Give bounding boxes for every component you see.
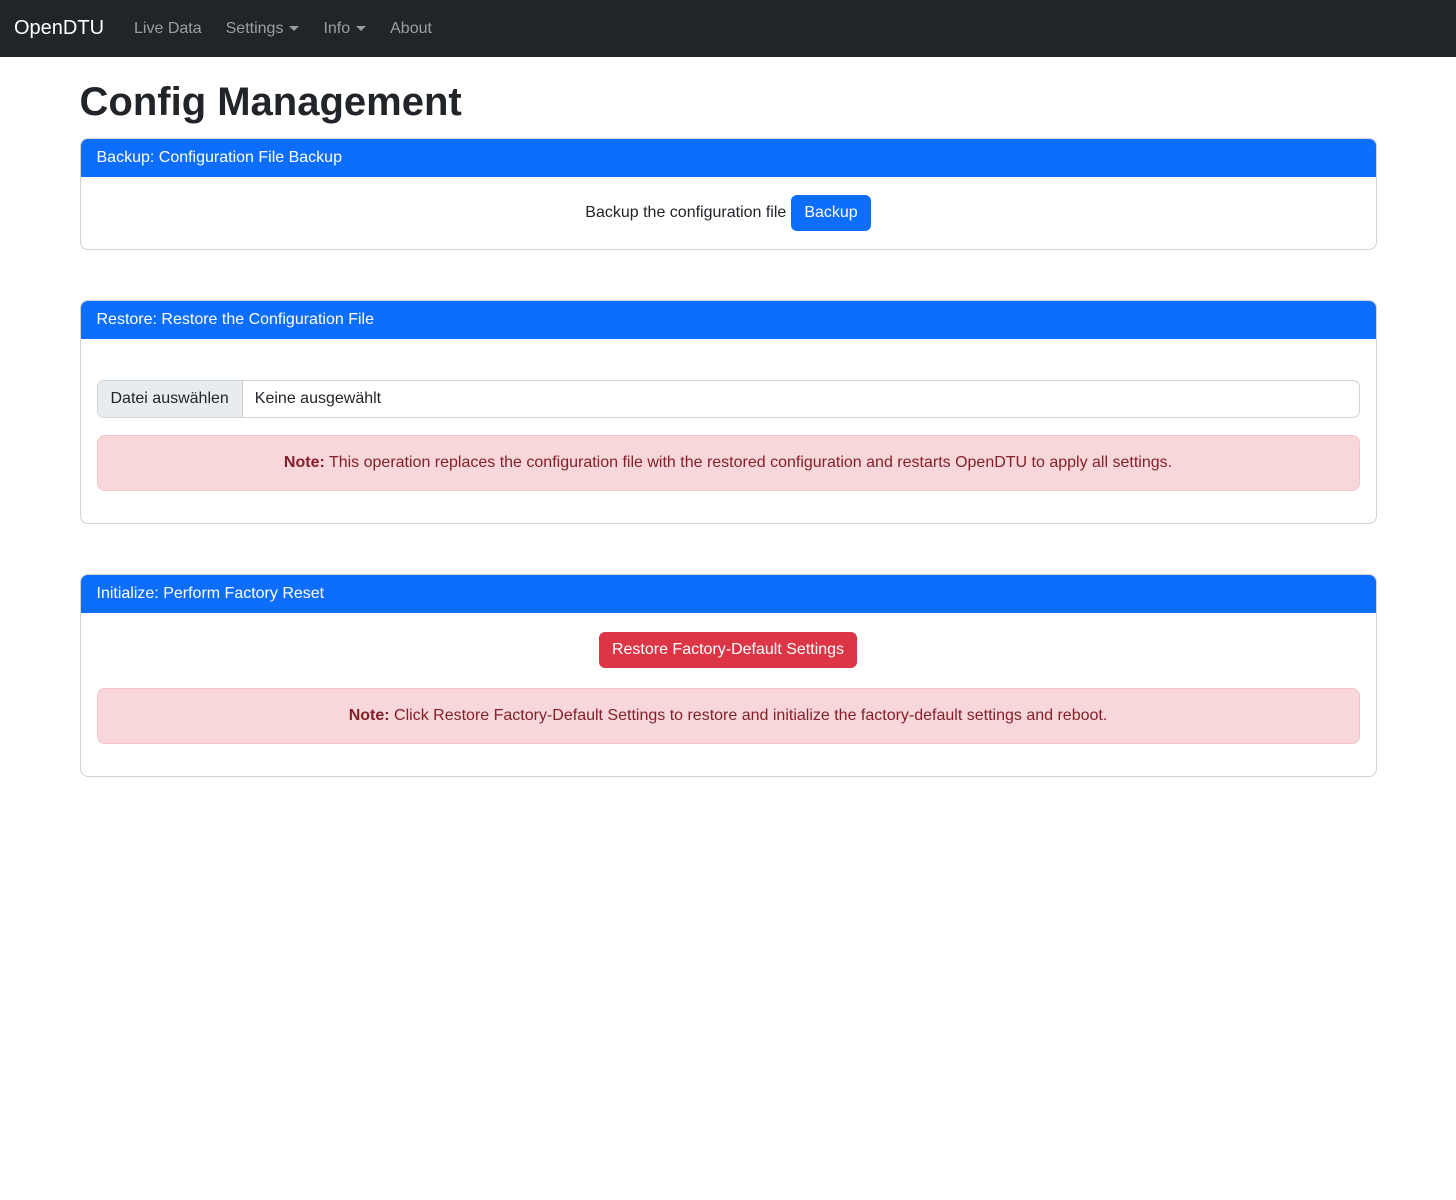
restore-card-body: Datei auswählen Keine ausgewählt Note: T… xyxy=(81,339,1376,523)
factory-reset-button-row: Restore Factory-Default Settings xyxy=(97,632,1360,668)
nav-item-about-label: About xyxy=(390,20,432,38)
nav-item-live-data[interactable]: Live Data xyxy=(126,12,210,46)
nav-item-settings-label: Settings xyxy=(226,20,284,38)
restore-card-header: Restore: Restore the Configuration File xyxy=(81,301,1376,339)
backup-card-body: Backup the configuration file Backup xyxy=(81,177,1376,249)
backup-card-header: Backup: Configuration File Backup xyxy=(81,139,1376,177)
chevron-down-icon xyxy=(289,26,299,31)
page-title: Config Management xyxy=(80,80,1377,125)
config-file-input[interactable]: Datei auswählen Keine ausgewählt xyxy=(97,380,1360,418)
file-selected-status: Keine ausgewählt xyxy=(243,381,393,417)
restore-note-alert: Note: This operation replaces the config… xyxy=(97,435,1360,491)
restore-note-text: This operation replaces the configuratio… xyxy=(325,454,1172,471)
nav-item-live-data-label: Live Data xyxy=(134,20,202,38)
restore-card: Restore: Restore the Configuration File … xyxy=(80,300,1377,524)
nav-item-about[interactable]: About xyxy=(382,12,440,46)
nav-item-info-label: Info xyxy=(323,20,350,38)
nav-item-info[interactable]: Info xyxy=(315,12,374,46)
factory-reset-card-header: Initialize: Perform Factory Reset xyxy=(81,575,1376,613)
factory-reset-card: Initialize: Perform Factory Reset Restor… xyxy=(80,574,1377,777)
backup-button[interactable]: Backup xyxy=(791,195,870,231)
navbar-brand[interactable]: OpenDTU xyxy=(14,17,104,40)
navbar: OpenDTU Live Data Settings Info About xyxy=(0,0,1456,57)
chevron-down-icon xyxy=(356,26,366,31)
factory-reset-card-body: Restore Factory-Default Settings Note: C… xyxy=(81,613,1376,776)
backup-description: Backup the configuration file xyxy=(585,204,786,222)
factory-reset-button[interactable]: Restore Factory-Default Settings xyxy=(599,632,857,668)
nav-item-settings[interactable]: Settings xyxy=(218,12,308,46)
factory-reset-note-alert: Note: Click Restore Factory-Default Sett… xyxy=(97,688,1360,744)
backup-card: Backup: Configuration File Backup Backup… xyxy=(80,138,1377,250)
main-content: Config Management Backup: Configuration … xyxy=(80,57,1377,777)
factory-reset-note-prefix: Note: xyxy=(349,707,390,724)
restore-note-prefix: Note: xyxy=(284,454,325,471)
choose-file-button[interactable]: Datei auswählen xyxy=(98,381,243,417)
factory-reset-note-text: Click Restore Factory-Default Settings t… xyxy=(390,707,1108,724)
